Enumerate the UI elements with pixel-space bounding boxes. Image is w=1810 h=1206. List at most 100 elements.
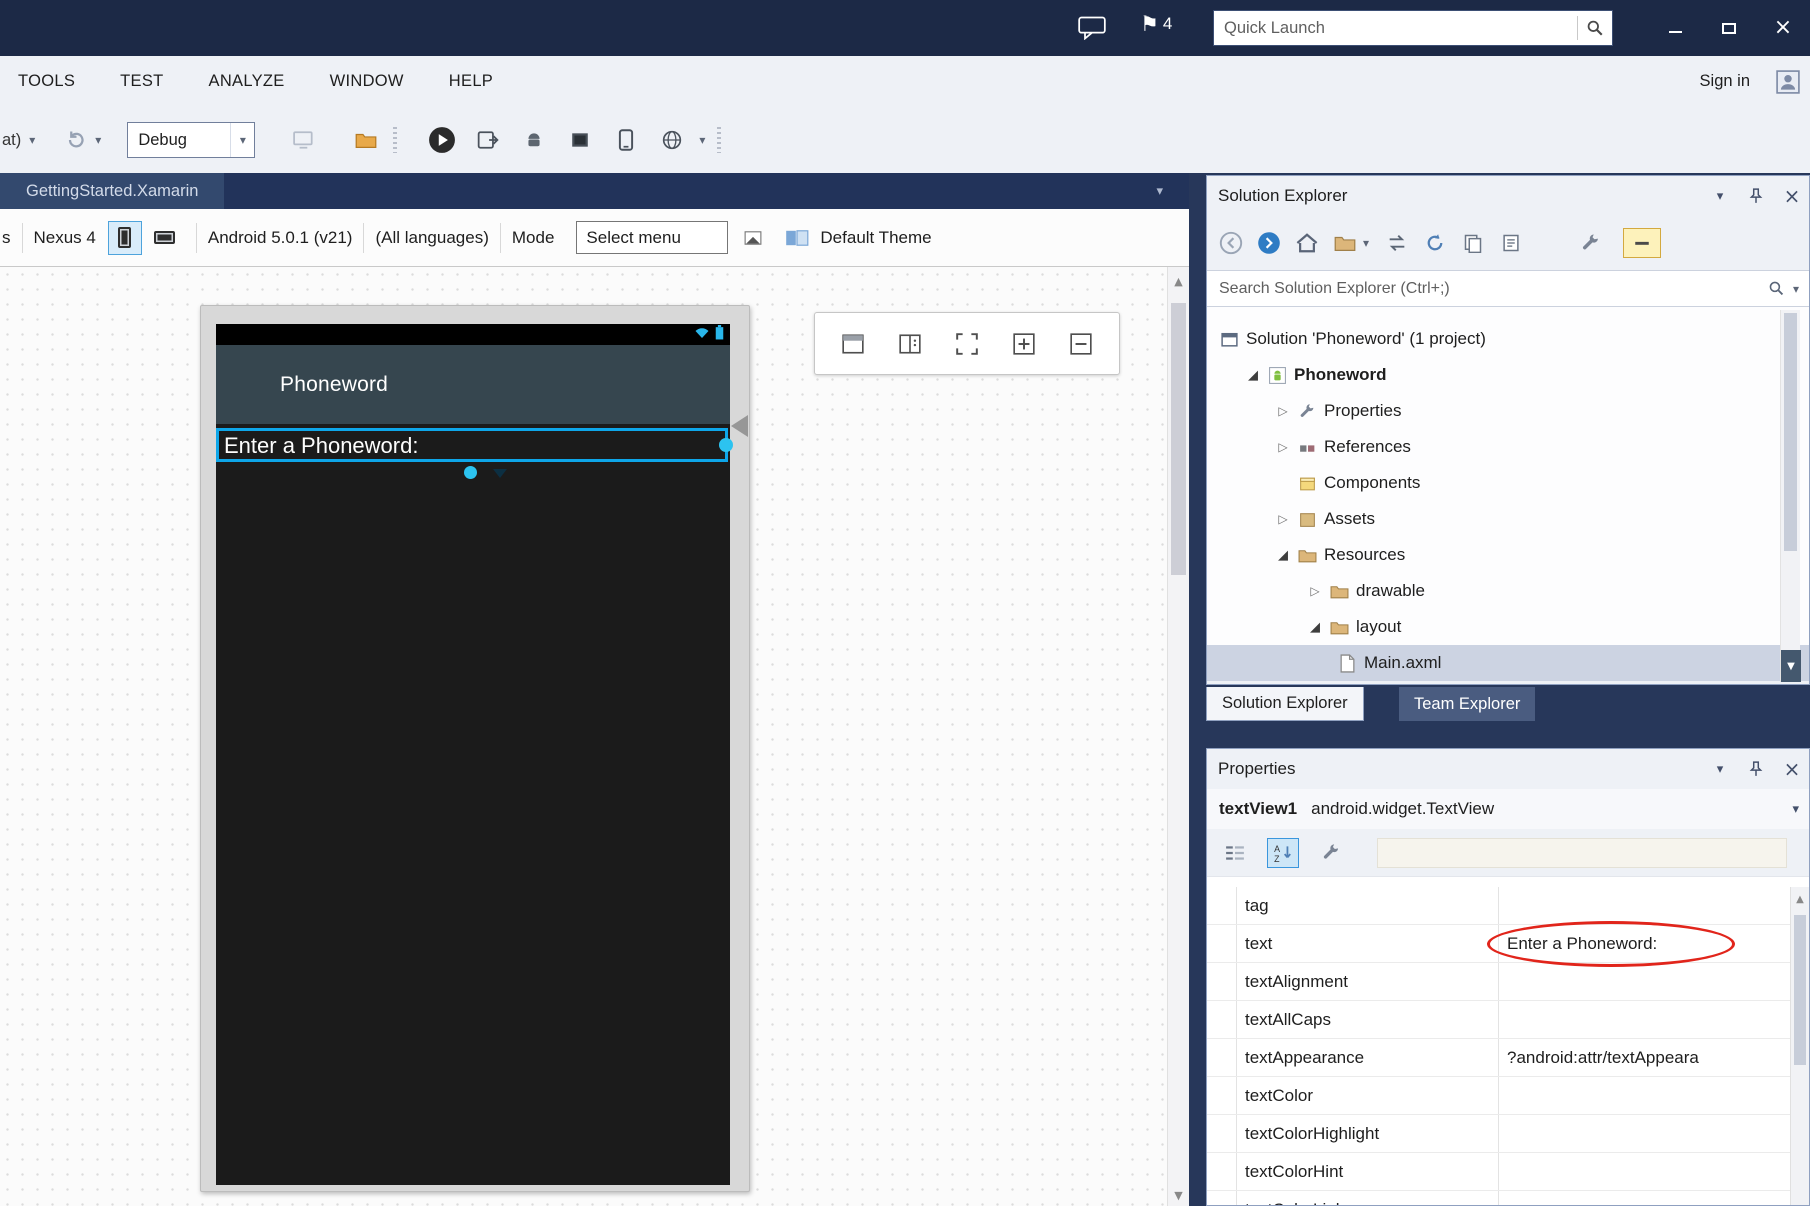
solution-explorer-header[interactable]: Solution Explorer: [1207, 176, 1809, 216]
tab-list-dropdown-icon[interactable]: ▾: [1156, 184, 1163, 199]
menu-selector-combo[interactable]: Select menu: [576, 221, 728, 254]
properties-wrench-icon[interactable]: [1579, 231, 1603, 255]
tree-item-properties[interactable]: Properties: [1207, 393, 1809, 429]
refresh-icon[interactable]: [1423, 231, 1447, 255]
expander-icon[interactable]: [1241, 368, 1265, 383]
property-row[interactable]: textAllCaps: [1207, 1001, 1790, 1039]
categorized-view-button[interactable]: [1219, 838, 1251, 868]
menu-tools[interactable]: TOOLS: [2, 56, 91, 107]
menu-window[interactable]: WINDOW: [314, 56, 420, 107]
scroll-down-icon[interactable]: [1781, 650, 1801, 682]
expander-icon[interactable]: [1303, 584, 1327, 598]
scope-to-this-icon[interactable]: [1333, 231, 1357, 255]
property-row[interactable]: textColorHighlight: [1207, 1115, 1790, 1153]
alphabetical-sort-button[interactable]: AZ: [1267, 838, 1299, 868]
quick-launch-input[interactable]: [1214, 19, 1577, 38]
emulator-icon[interactable]: [657, 125, 687, 155]
toolbar-grip[interactable]: [393, 127, 397, 153]
android-version-selector[interactable]: Android 5.0.1 (v21): [208, 228, 353, 248]
android-content[interactable]: [216, 424, 730, 1185]
close-icon[interactable]: [1781, 758, 1803, 780]
property-row[interactable]: textAlignment: [1207, 963, 1790, 1001]
tree-item-main-axml[interactable]: Main.axml: [1207, 645, 1809, 681]
panel-menu-icon[interactable]: [1709, 758, 1731, 780]
property-row-text[interactable]: text Enter a Phoneword:: [1207, 925, 1790, 963]
menu-analyze[interactable]: ANALYZE: [193, 56, 301, 107]
portrait-orientation-button[interactable]: [108, 221, 142, 255]
chevron-down-icon[interactable]: [1361, 231, 1371, 255]
tab-solution-explorer[interactable]: Solution Explorer: [1206, 687, 1364, 721]
panel-menu-icon[interactable]: [1709, 185, 1731, 207]
forward-icon[interactable]: [1257, 231, 1281, 255]
device-selector[interactable]: Nexus 4: [34, 228, 96, 248]
expander-icon[interactable]: [1271, 512, 1295, 526]
tree-item-components[interactable]: Components: [1207, 465, 1809, 501]
property-value[interactable]: [1499, 1001, 1790, 1038]
scrollbar-thumb[interactable]: [1794, 915, 1806, 1065]
home-icon[interactable]: [1295, 231, 1319, 255]
property-value[interactable]: [1499, 1115, 1790, 1152]
android-sdk-icon[interactable]: [519, 125, 549, 155]
solution-search-box[interactable]: [1207, 270, 1809, 307]
feedback-icon[interactable]: [1078, 16, 1106, 40]
device-log-icon[interactable]: [565, 125, 595, 155]
tree-item-references[interactable]: References: [1207, 429, 1809, 465]
maximize-button[interactable]: [1702, 0, 1756, 56]
theme-panes-icon[interactable]: [782, 223, 812, 253]
undo-icon[interactable]: [61, 125, 91, 155]
scroll-down-icon[interactable]: [1168, 1189, 1189, 1202]
open-file-icon[interactable]: [351, 125, 381, 155]
properties-filter-strip[interactable]: [1377, 838, 1787, 868]
collapse-all-button[interactable]: [1623, 228, 1661, 258]
property-row[interactable]: textColorHint: [1207, 1153, 1790, 1191]
pin-icon[interactable]: [1745, 758, 1767, 780]
scroll-up-icon[interactable]: [1168, 275, 1189, 288]
menu-help[interactable]: HELP: [433, 56, 509, 107]
property-row[interactable]: textAppearance ?android:attr/textAppeara: [1207, 1039, 1790, 1077]
search-icon[interactable]: [1765, 277, 1789, 301]
sync-with-active-document-icon[interactable]: [1385, 231, 1409, 255]
adorner-handle-icon[interactable]: [464, 466, 477, 479]
expander-icon[interactable]: [1303, 620, 1327, 635]
adorner-dropdown-icon[interactable]: [493, 469, 507, 478]
sign-in-link[interactable]: Sign in: [1700, 72, 1750, 91]
property-row[interactable]: tag: [1207, 887, 1790, 925]
document-vertical-scrollbar[interactable]: [1167, 267, 1189, 1206]
tree-item-drawable[interactable]: drawable: [1207, 573, 1809, 609]
expander-icon[interactable]: [1271, 548, 1295, 563]
tree-item-solution[interactable]: Solution 'Phoneword' (1 project): [1207, 321, 1809, 357]
landscape-orientation-button[interactable]: [148, 221, 182, 255]
property-value[interactable]: [1499, 963, 1790, 1000]
device-manager-icon[interactable]: [611, 125, 641, 155]
property-value[interactable]: [1499, 887, 1790, 924]
pin-icon[interactable]: [1745, 185, 1767, 207]
debug-configuration-combo[interactable]: Debug: [127, 122, 255, 158]
user-avatar-icon[interactable]: [1776, 70, 1800, 94]
show-all-files-icon[interactable]: [1461, 231, 1485, 255]
configuration-combo-fragment[interactable]: at): [2, 131, 35, 150]
close-button[interactable]: [1756, 0, 1810, 56]
quick-launch-box[interactable]: [1213, 10, 1613, 46]
properties-vertical-scrollbar[interactable]: [1790, 887, 1809, 1205]
theme-selector[interactable]: Default Theme: [820, 228, 931, 248]
tree-item-layout[interactable]: layout: [1207, 609, 1809, 645]
solution-search-input[interactable]: [1207, 280, 1765, 298]
menu-test[interactable]: TEST: [104, 56, 179, 107]
view-code-icon[interactable]: [1499, 231, 1523, 255]
toolbar-overflow-icon[interactable]: [699, 133, 705, 147]
menu-preview-icon[interactable]: [738, 223, 768, 253]
selected-textview[interactable]: Enter a Phoneword:: [216, 428, 728, 462]
toolbar-grip[interactable]: [717, 127, 721, 153]
tab-team-explorer[interactable]: Team Explorer: [1399, 687, 1535, 721]
tree-item-phoneword-project[interactable]: Phoneword: [1207, 357, 1809, 393]
property-value[interactable]: ?android:attr/textAppeara: [1499, 1039, 1790, 1076]
scrollbar-thumb[interactable]: [1171, 303, 1186, 575]
property-row[interactable]: textColor: [1207, 1077, 1790, 1115]
expander-icon[interactable]: [1271, 404, 1295, 418]
resize-handle-icon[interactable]: [719, 438, 733, 452]
zoom-in-icon[interactable]: [1005, 325, 1043, 363]
design-canvas[interactable]: Phoneword Enter a Phoneword:: [0, 267, 1189, 1206]
zoom-out-icon[interactable]: [1062, 325, 1100, 363]
undo-dropdown-icon[interactable]: [95, 133, 101, 147]
fit-to-screen-icon[interactable]: [948, 325, 986, 363]
